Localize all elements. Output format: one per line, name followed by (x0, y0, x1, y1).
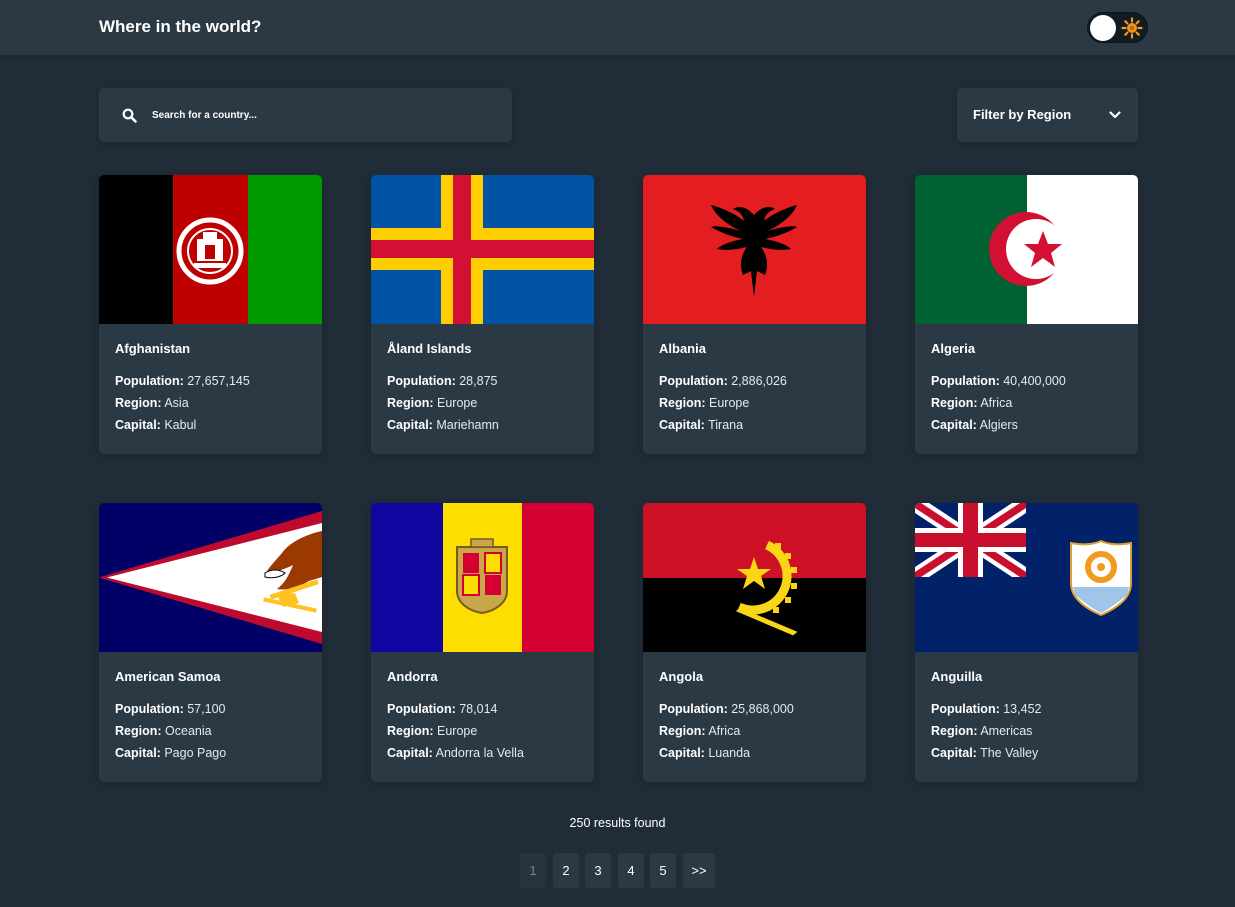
next-page-button[interactable]: >> (683, 853, 715, 888)
results-count: 250 results found (569, 816, 666, 830)
flag-anguilla (915, 503, 1138, 652)
search-icon (122, 108, 137, 123)
flag-algeria (915, 175, 1138, 324)
theme-toggle[interactable] (1087, 12, 1148, 43)
region-stat: Region: Asia (115, 396, 189, 410)
country-card[interactable]: Anguilla Population: 13,452 Region: Amer… (915, 503, 1138, 782)
region-stat: Region: Europe (387, 396, 478, 410)
flag-angola (643, 503, 866, 652)
page-button-2[interactable]: 2 (553, 853, 579, 888)
flag-albania (643, 175, 866, 324)
region-stat: Region: Europe (659, 396, 750, 410)
country-card[interactable]: Andorra Population: 78,014 Region: Europ… (371, 503, 594, 782)
country-card[interactable]: Albania Population: 2,886,026 Region: Eu… (643, 175, 866, 454)
flag-afghanistan (99, 175, 322, 324)
app-title: Where in the world? (99, 17, 262, 36)
country-card[interactable]: Afghanistan Population: 27,657,145 Regio… (99, 175, 322, 454)
capital-stat: Capital: Algiers (931, 418, 1018, 432)
region-stat: Region: Africa (659, 724, 741, 738)
top-bar: Where in the world? (0, 0, 1235, 55)
capital-stat: Capital: Pago Pago (115, 746, 227, 760)
capital-stat: Capital: Andorra la Vella (387, 746, 524, 760)
search-input[interactable] (152, 88, 492, 142)
region-stat: Region: Europe (387, 724, 478, 738)
capital-stat: Capital: The Valley (931, 746, 1039, 760)
country-name: Åland Islands (387, 341, 472, 356)
country-card[interactable]: American Samoa Population: 57,100 Region… (99, 503, 322, 782)
toggle-knob (1090, 15, 1116, 41)
population-stat: Population: 78,014 (387, 702, 498, 716)
country-name: Algeria (931, 341, 976, 356)
flag-andorra (371, 503, 594, 652)
sun-icon (1121, 17, 1143, 39)
region-filter-label: Filter by Region (973, 107, 1072, 122)
country-card[interactable]: Åland Islands Population: 28,875 Region:… (371, 175, 594, 454)
country-card[interactable]: Angola Population: 25,868,000 Region: Af… (643, 503, 866, 782)
country-name: American Samoa (115, 669, 221, 684)
population-stat: Population: 25,868,000 (659, 702, 794, 716)
capital-stat: Capital: Kabul (115, 418, 197, 432)
page-button-1[interactable]: 1 (520, 853, 546, 888)
population-stat: Population: 40,400,000 (931, 374, 1066, 388)
search-box (99, 88, 512, 142)
flag-aland-islands (371, 175, 594, 324)
population-stat: Population: 27,657,145 (115, 374, 250, 388)
region-stat: Region: Africa (931, 396, 1013, 410)
country-name: Andorra (387, 669, 438, 684)
page-button-3[interactable]: 3 (585, 853, 611, 888)
chevron-down-icon (1109, 111, 1121, 119)
capital-stat: Capital: Tirana (659, 418, 744, 432)
capital-stat: Capital: Luanda (659, 746, 751, 760)
country-card[interactable]: Algeria Population: 40,400,000 Region: A… (915, 175, 1138, 454)
population-stat: Population: 13,452 (931, 702, 1042, 716)
population-stat: Population: 2,886,026 (659, 374, 787, 388)
country-name: Afghanistan (115, 341, 191, 356)
flag-american-samoa (99, 503, 322, 652)
region-filter-dropdown[interactable]: Filter by Region (957, 88, 1138, 142)
region-stat: Region: Oceania (115, 724, 212, 738)
population-stat: Population: 28,875 (387, 374, 498, 388)
page-button-5[interactable]: 5 (650, 853, 676, 888)
country-name: Albania (659, 341, 706, 356)
capital-stat: Capital: Mariehamn (387, 418, 499, 432)
country-name: Angola (659, 669, 704, 684)
region-stat: Region: Americas (931, 724, 1033, 738)
country-name: Anguilla (931, 669, 983, 684)
page-button-4[interactable]: 4 (618, 853, 644, 888)
population-stat: Population: 57,100 (115, 702, 226, 716)
